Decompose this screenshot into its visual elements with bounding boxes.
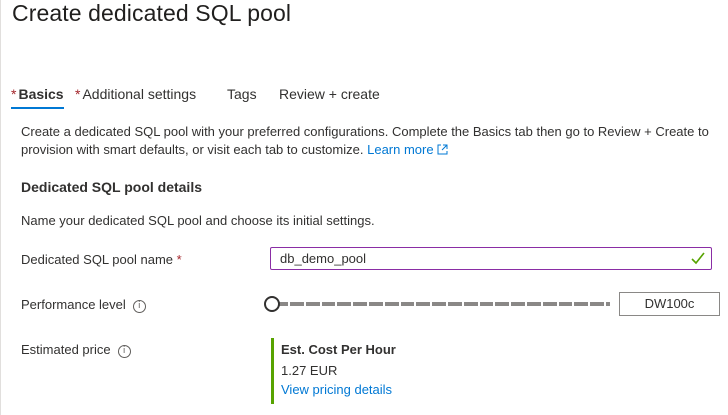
- slider-tick: [319, 302, 322, 306]
- slider-tick: [572, 302, 575, 306]
- slider-tick: [588, 302, 591, 306]
- page-title: Create dedicated SQL pool: [12, 0, 292, 26]
- estimated-price-label-text: Estimated price: [21, 342, 111, 357]
- slider-tick: [509, 302, 512, 306]
- tab-label: Tags: [227, 86, 257, 102]
- slider-tick: [604, 302, 606, 306]
- tab-basics[interactable]: * Basics: [11, 86, 64, 109]
- slider-tick: [430, 302, 433, 306]
- required-marker: *: [11, 86, 17, 102]
- slider-tick: [335, 302, 338, 306]
- estimated-price-card: Est. Cost Per Hour 1.27 EUR View pricing…: [271, 338, 396, 404]
- tab-tags[interactable]: Tags: [227, 86, 257, 102]
- performance-level-label-text: Performance level: [21, 297, 126, 312]
- tab-label: Basics: [18, 86, 64, 102]
- required-marker: *: [176, 252, 182, 267]
- slider-tick: [540, 302, 543, 306]
- slider-track[interactable]: [272, 302, 610, 306]
- slider-tick: [382, 302, 385, 306]
- info-icon[interactable]: i: [117, 345, 131, 358]
- performance-level-value[interactable]: DW100c: [619, 292, 720, 316]
- pool-name-label: Dedicated SQL pool name *: [21, 252, 182, 267]
- intro-text: Create a dedicated SQL pool with your pr…: [21, 124, 709, 157]
- slider-tick: [525, 302, 527, 306]
- slider-tick: [493, 302, 496, 306]
- slider-tick: [461, 302, 464, 306]
- slider-thumb[interactable]: [264, 296, 280, 312]
- active-tab-indicator: [11, 107, 64, 109]
- pool-name-input[interactable]: [271, 248, 680, 269]
- slider-tick: [367, 302, 369, 306]
- slider-tick: [351, 302, 354, 306]
- external-link-icon: [437, 144, 448, 155]
- pool-name-label-text: Dedicated SQL pool name: [21, 252, 174, 267]
- learn-more-link[interactable]: Learn more: [367, 142, 448, 157]
- tab-label: Additional settings: [82, 86, 197, 102]
- tab-additional-settings[interactable]: * Additional settings: [75, 86, 196, 102]
- section-subtext: Name your dedicated SQL pool and choose …: [21, 213, 375, 228]
- cost-amount: 1.27 EUR: [281, 363, 338, 378]
- cost-heading: Est. Cost Per Hour: [281, 342, 396, 357]
- checkmark-icon: [691, 252, 705, 265]
- performance-slider[interactable]: [264, 294, 610, 314]
- estimated-price-label: Estimated price i: [21, 342, 131, 358]
- slider-tick: [398, 302, 401, 306]
- slider-tick: [446, 302, 448, 306]
- slider-tick: [303, 302, 306, 306]
- slider-tick: [288, 302, 290, 306]
- required-marker: *: [75, 86, 81, 102]
- section-heading: Dedicated SQL pool details: [21, 179, 203, 195]
- slider-tick: [477, 302, 480, 306]
- info-icon[interactable]: i: [132, 300, 146, 313]
- slider-tick: [556, 302, 559, 306]
- view-pricing-link[interactable]: View pricing details: [281, 382, 396, 397]
- intro-description: Create a dedicated SQL pool with your pr…: [21, 123, 721, 159]
- slider-tick: [414, 302, 417, 306]
- tab-label: Review + create: [279, 86, 380, 102]
- tab-review-create[interactable]: Review + create: [279, 86, 380, 102]
- performance-level-label: Performance level i: [21, 297, 146, 313]
- learn-more-label: Learn more: [367, 142, 434, 157]
- pool-name-field[interactable]: [270, 247, 712, 270]
